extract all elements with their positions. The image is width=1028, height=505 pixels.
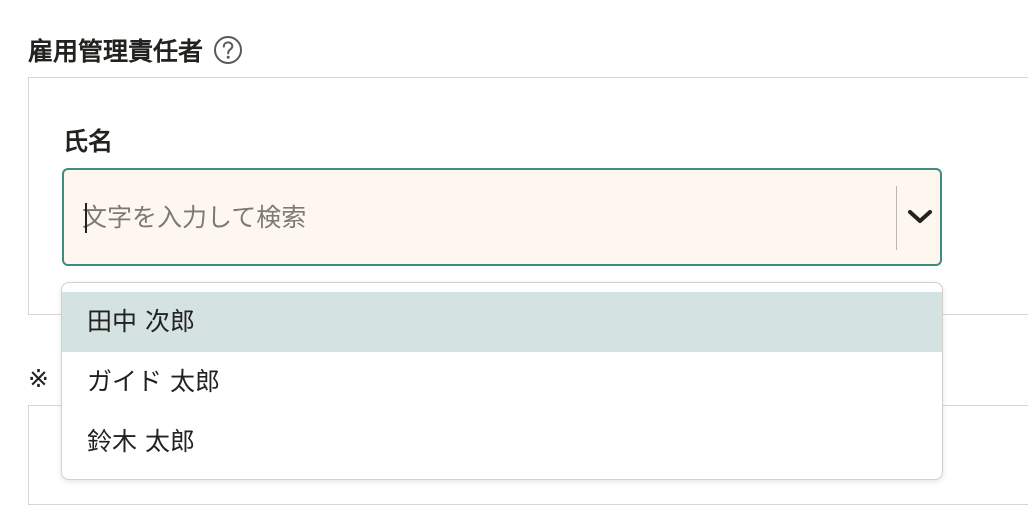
note-text: ※ [28, 364, 49, 393]
question-circle-icon[interactable] [213, 35, 243, 65]
chevron-down-icon [908, 210, 932, 223]
section-header: 雇用管理責任者 [28, 30, 243, 70]
dropdown-option[interactable]: 鈴木 太郎 [62, 412, 942, 472]
dropdown-option[interactable]: 田中 次郎 [62, 292, 942, 352]
name-search-input[interactable] [82, 170, 872, 264]
name-search-combobox[interactable] [62, 168, 942, 266]
dropdown-toggle-button[interactable] [900, 170, 940, 264]
text-cursor [85, 203, 87, 233]
name-field-label: 氏名 [63, 127, 114, 156]
dropdown-option[interactable]: ガイド 太郎 [62, 352, 942, 412]
section-title: 雇用管理責任者 [28, 37, 204, 66]
suggestion-dropdown: 田中 次郎 ガイド 太郎 鈴木 太郎 [61, 282, 943, 480]
combobox-separator [896, 186, 897, 250]
